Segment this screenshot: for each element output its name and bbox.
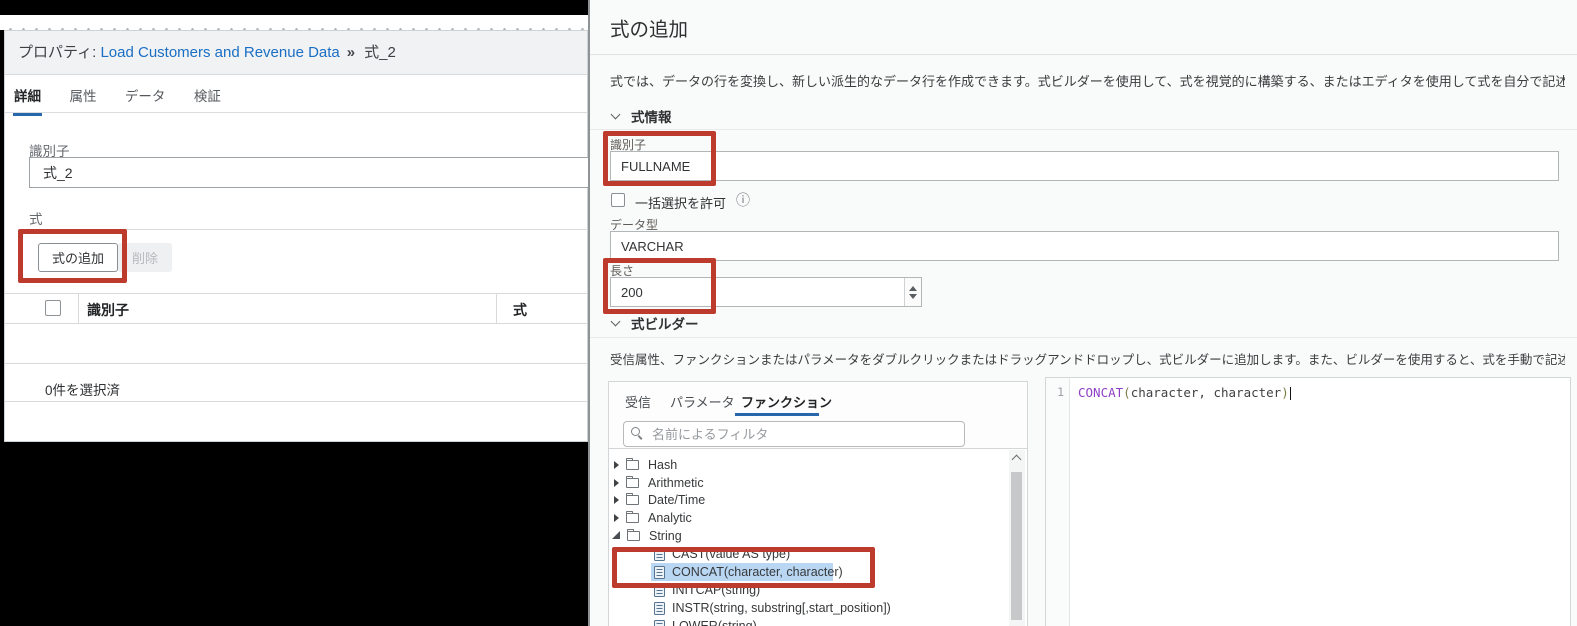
expand-arrow-icon[interactable]: [614, 479, 619, 487]
expression-builder-section-title: 式ビルダー: [631, 317, 699, 332]
dialog-description: 式では、データの行を変換し、新しい派生的なデータ行を作成できます。式ビルダーを使…: [610, 74, 1565, 89]
text-cursor: [1289, 387, 1292, 400]
tree-item-cast[interactable]: CAST(value AS type): [609, 545, 1007, 563]
breadcrumb-separator-icon: »: [346, 44, 356, 61]
spinner-up-icon[interactable]: [909, 285, 917, 291]
section-divider: [590, 337, 1577, 338]
tree-scrollbar[interactable]: [1009, 450, 1025, 626]
code-arguments: character, character: [1130, 385, 1282, 400]
scrollbar-thumb[interactable]: [1011, 472, 1022, 620]
function-icon: [654, 583, 665, 597]
number-spinner[interactable]: [904, 278, 921, 306]
dialog-title: 式の追加: [610, 19, 689, 41]
add-expression-dialog: 式の追加 式では、データの行を変換し、新しい派生的なデータ行を作成できます。式ビ…: [588, 0, 1577, 626]
section-divider: [590, 129, 1577, 130]
table-header-bottom-border: [5, 323, 587, 324]
folder-icon: [626, 458, 639, 470]
delete-button[interactable]: 削除: [118, 243, 173, 272]
scroll-up-icon[interactable]: [1011, 454, 1022, 465]
expression-info-section-title: 式情報: [631, 110, 672, 125]
expression-builder-section-toggle[interactable]: 式ビルダー: [610, 313, 699, 333]
table-column-divider: [78, 294, 79, 323]
breadcrumb-link-dataflow[interactable]: Load Customers and Revenue Data: [100, 44, 339, 61]
chevron-down-icon: [610, 109, 621, 120]
function-tree: Hash Arithmetic Date/Time Analytic Strin…: [609, 448, 1027, 626]
folder-icon: [626, 493, 639, 505]
tree-folder-analytic[interactable]: Analytic: [609, 509, 1007, 527]
length-input[interactable]: [610, 277, 922, 307]
folder-icon: [627, 529, 640, 541]
identifier-input[interactable]: [29, 157, 591, 188]
tab-data[interactable]: データ: [124, 75, 167, 113]
filter-input[interactable]: [623, 421, 965, 447]
expand-arrow-icon[interactable]: [614, 514, 619, 522]
bulk-select-label: 一括選択を許可: [635, 196, 727, 211]
function-icon: [654, 601, 665, 615]
properties-tab-bar: 詳細 属性 データ 検証: [5, 75, 587, 116]
datatype-input[interactable]: [610, 231, 1559, 261]
function-icon: [654, 619, 665, 626]
active-tab-underline: [735, 413, 819, 416]
app-screen: プロパティ: Load Customers and Revenue Data» 式…: [0, 0, 1577, 626]
collapse-arrow-icon[interactable]: [612, 531, 620, 539]
tree-folder-string[interactable]: String: [609, 527, 1007, 545]
length-field: [610, 277, 922, 307]
function-icon: [654, 565, 665, 579]
tree-folder-arithmetic[interactable]: Arithmetic: [609, 474, 1007, 492]
code-close-paren: ): [1281, 385, 1289, 400]
builder-palette: 受信 パラメータ ファンクション Hash Arithmetic: [608, 381, 1028, 626]
add-expression-button[interactable]: 式の追加: [38, 243, 119, 272]
tab-validation[interactable]: 検証: [193, 75, 222, 113]
tree-folder-hash[interactable]: Hash: [609, 456, 1007, 474]
expression-divider: [29, 229, 589, 230]
tree-folder-datetime[interactable]: Date/Time: [609, 491, 1007, 509]
code-function-token: CONCAT: [1078, 385, 1124, 400]
table-bottom-border: [5, 401, 587, 402]
editor-gutter: 1: [1046, 378, 1070, 626]
folder-icon: [626, 511, 639, 523]
folder-icon: [626, 476, 639, 488]
expression-label: 式: [29, 212, 43, 227]
tree-item-instr[interactable]: INSTR(string, substring[,start_position]…: [609, 599, 1007, 617]
table-column-divider: [496, 294, 497, 323]
spinner-down-icon[interactable]: [909, 293, 917, 299]
dlg-identifier-input[interactable]: [610, 151, 1559, 181]
expression-editor[interactable]: 1 CONCAT(character, character): [1045, 377, 1571, 626]
properties-panel: プロパティ: Load Customers and Revenue Data» 式…: [4, 30, 591, 442]
tree-item-initcap[interactable]: INITCAP(string): [609, 581, 1007, 599]
title-divider: [590, 54, 1577, 55]
filter-field: [623, 421, 965, 447]
bulk-select-checkbox[interactable]: [611, 193, 625, 207]
line-number: 1: [1057, 385, 1064, 399]
tree-item-lower[interactable]: LOWER(string): [609, 617, 1007, 626]
table-selection-count: 0件を選択済: [45, 383, 121, 398]
canvas-dotted-grid: [0, 15, 588, 30]
tab-parameters[interactable]: パラメータ: [670, 392, 735, 411]
function-icon: [654, 547, 665, 561]
builder-description: 受信属性、ファンクションまたはパラメータをダブルクリックまたはドラッグアンドドロ…: [610, 353, 1565, 367]
expression-info-section-toggle[interactable]: 式情報: [610, 106, 672, 126]
tree-item-concat[interactable]: CONCAT(character, character): [609, 563, 1007, 581]
breadcrumb-prefix: プロパティ: [18, 44, 93, 61]
expand-arrow-icon[interactable]: [614, 461, 619, 469]
table-header-top-border: [5, 293, 587, 294]
select-all-checkbox[interactable]: [45, 300, 61, 316]
search-icon: [631, 427, 640, 436]
info-icon[interactable]: ⓘ: [736, 193, 750, 207]
breadcrumb-current: 式_2: [364, 44, 396, 61]
code-open-paren: (: [1123, 385, 1131, 400]
tab-functions[interactable]: ファンクション: [741, 392, 832, 411]
table-empty-row-border: [5, 363, 587, 364]
table-col-expression: 式: [513, 302, 527, 318]
chevron-down-icon: [610, 316, 621, 327]
editor-code-line[interactable]: CONCAT(character, character): [1078, 385, 1292, 400]
table-col-identifier: 識別子: [87, 302, 129, 318]
tab-attributes[interactable]: 属性: [68, 75, 97, 113]
tab-incoming[interactable]: 受信: [625, 392, 651, 411]
tab-details[interactable]: 詳細: [13, 75, 42, 116]
expand-arrow-icon[interactable]: [614, 496, 619, 504]
breadcrumb: プロパティ: Load Customers and Revenue Data» 式…: [5, 31, 587, 75]
